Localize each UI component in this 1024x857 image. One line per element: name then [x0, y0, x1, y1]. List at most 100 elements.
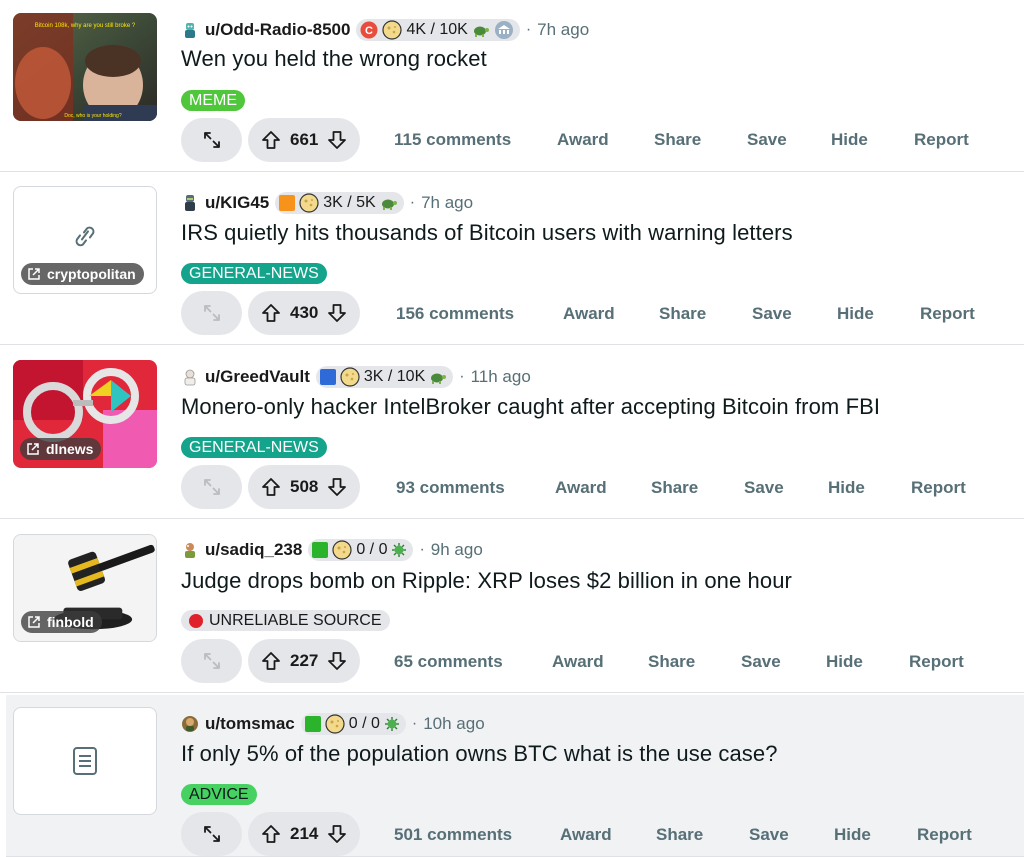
user-flair: 3K / 10K — [315, 366, 454, 388]
save-button[interactable]: Save — [752, 304, 792, 324]
moon-icon — [382, 20, 403, 40]
username[interactable]: u/tomsmac — [205, 714, 295, 734]
save-button[interactable]: Save — [741, 652, 781, 672]
red-dot-icon — [189, 613, 203, 628]
share-button[interactable]: Share — [656, 825, 703, 845]
report-button[interactable]: Report — [914, 130, 969, 150]
award-button[interactable]: Award — [560, 825, 612, 845]
avatar[interactable] — [181, 194, 199, 212]
comments-button[interactable]: 65 comments — [394, 652, 503, 672]
award-button[interactable]: Award — [555, 478, 607, 498]
domain-pill[interactable]: cryptopolitan — [21, 263, 144, 285]
text-post-thumbnail[interactable] — [13, 707, 157, 815]
upvote-icon[interactable] — [260, 302, 282, 324]
share-button[interactable]: Share — [651, 478, 698, 498]
downvote-icon[interactable] — [326, 129, 348, 151]
post-title[interactable]: Monero-only hacker IntelBroker caught af… — [181, 394, 880, 420]
user-flair: 0 / 0 — [308, 539, 414, 561]
post-card[interactable]: Bitcoin 108k, why are you still broke ? … — [0, 0, 1024, 172]
post-thumbnail[interactable]: dlnews — [13, 360, 157, 468]
user-flair: 0 / 0 — [300, 713, 406, 735]
post-card[interactable]: finbold — [0, 521, 1024, 693]
post-title[interactable]: Wen you held the wrong rocket — [181, 46, 487, 72]
comments-button[interactable]: 156 comments — [396, 304, 514, 324]
post-flair-tag[interactable]: UNRELIABLE SOURCE — [181, 610, 390, 631]
expand-button[interactable] — [181, 812, 242, 856]
expand-button[interactable] — [181, 465, 242, 509]
report-button[interactable]: Report — [911, 478, 966, 498]
domain-pill[interactable]: finbold — [21, 611, 102, 633]
hide-button[interactable]: Hide — [837, 304, 874, 324]
downvote-icon[interactable] — [326, 823, 348, 845]
post-flair-tag[interactable]: GENERAL-NEWS — [181, 437, 327, 458]
comments-button[interactable]: 93 comments — [396, 478, 505, 498]
save-button[interactable]: Save — [747, 130, 787, 150]
post-title[interactable]: IRS quietly hits thousands of Bitcoin us… — [181, 220, 793, 246]
expand-button[interactable] — [181, 291, 242, 335]
report-button[interactable]: Report — [917, 825, 972, 845]
downvote-icon[interactable] — [326, 476, 348, 498]
vote-box: 227 — [248, 639, 361, 683]
post-flair-tag[interactable]: GENERAL-NEWS — [181, 263, 327, 284]
post-time: 11h ago — [470, 367, 531, 386]
orange-square-icon — [279, 195, 296, 211]
turtle-icon — [473, 26, 489, 37]
hide-button[interactable]: Hide — [826, 652, 863, 672]
upvote-icon[interactable] — [260, 129, 282, 151]
hide-button[interactable]: Hide — [834, 825, 871, 845]
action-bar: 508 — [181, 465, 361, 509]
turtle-icon — [381, 199, 397, 210]
save-button[interactable]: Save — [749, 825, 789, 845]
user-flair: C 4K / 10K — [356, 19, 520, 41]
username[interactable]: u/GreedVault — [205, 367, 310, 387]
share-button[interactable]: Share — [648, 652, 695, 672]
downvote-icon[interactable] — [326, 650, 348, 672]
avatar[interactable] — [181, 541, 199, 559]
post-time: 7h ago — [537, 20, 590, 39]
username[interactable]: u/KIG45 — [205, 193, 269, 213]
meme-caption-top: Bitcoin 108k, why are you still broke ? — [35, 23, 136, 29]
post-thumbnail[interactable]: Bitcoin 108k, why are you still broke ? … — [13, 13, 157, 121]
hide-button[interactable]: Hide — [831, 130, 868, 150]
report-button[interactable]: Report — [909, 652, 964, 672]
downvote-icon[interactable] — [326, 302, 348, 324]
flair-karma: 3K / 5K — [323, 194, 376, 211]
report-button[interactable]: Report — [920, 304, 975, 324]
flair-karma: 4K / 10K — [406, 21, 468, 38]
hide-button[interactable]: Hide — [828, 478, 865, 498]
post-card[interactable] — [6, 695, 1024, 857]
award-button[interactable]: Award — [563, 304, 615, 324]
expand-button[interactable] — [181, 118, 242, 162]
post-title[interactable]: Judge drops bomb on Ripple: XRP loses $2… — [181, 568, 792, 594]
username[interactable]: u/Odd-Radio-8500 — [205, 20, 350, 40]
post-thumbnail[interactable]: finbold — [13, 534, 157, 642]
username[interactable]: u/sadiq_238 — [205, 540, 302, 560]
vote-box: 214 — [248, 812, 361, 856]
share-button[interactable]: Share — [659, 304, 706, 324]
post-title[interactable]: If only 5% of the population owns BTC wh… — [181, 741, 778, 767]
domain-pill[interactable]: dlnews — [20, 438, 102, 460]
separator-dot: · — [459, 368, 465, 385]
post-flair-tag[interactable]: ADVICE — [181, 784, 257, 805]
upvote-icon[interactable] — [260, 650, 282, 672]
save-button[interactable]: Save — [744, 478, 784, 498]
share-button[interactable]: Share — [654, 130, 701, 150]
upvote-icon[interactable] — [260, 823, 282, 845]
comments-button[interactable]: 115 comments — [394, 130, 511, 150]
comments-button[interactable]: 501 comments — [394, 825, 512, 845]
expand-button[interactable] — [181, 639, 242, 683]
award-button[interactable]: Award — [552, 652, 604, 672]
avatar[interactable] — [181, 715, 199, 733]
document-icon — [73, 747, 97, 775]
separator-dot: · — [525, 21, 532, 38]
upvote-icon[interactable] — [260, 476, 282, 498]
moon-icon — [299, 193, 319, 213]
avatar[interactable] — [181, 21, 199, 39]
vote-count: 508 — [290, 477, 319, 496]
post-flair-tag[interactable]: MEME — [181, 90, 245, 111]
avatar[interactable] — [181, 368, 199, 386]
bank-icon — [494, 21, 513, 39]
link-thumbnail[interactable]: cryptopolitan — [13, 186, 157, 294]
award-button[interactable]: Award — [557, 130, 609, 150]
expand-icon — [203, 132, 220, 148]
